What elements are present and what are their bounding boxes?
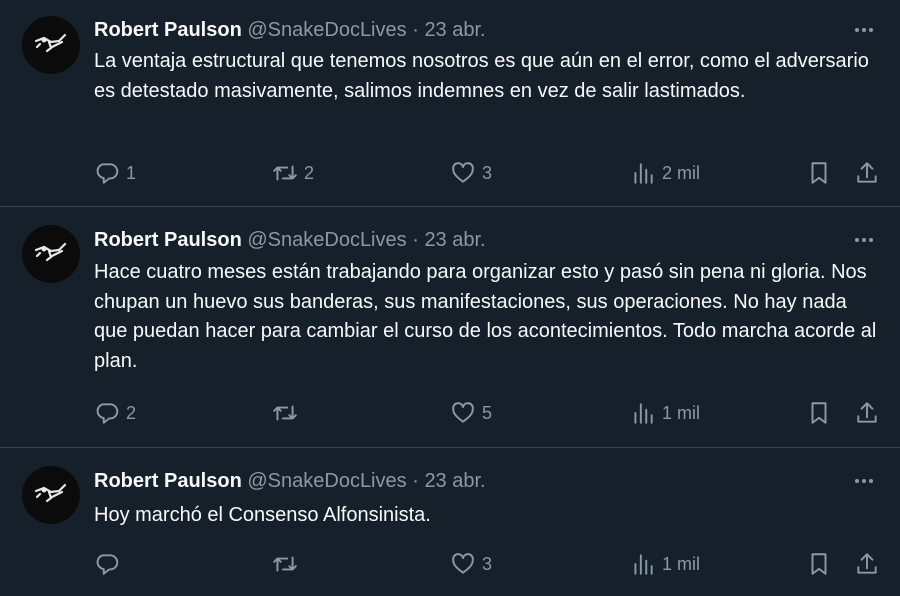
tweet-date[interactable]: 23 abr. xyxy=(424,19,485,41)
tweet-text: Hace cuatro meses están trabajando para … xyxy=(94,261,877,372)
more-options-button[interactable] xyxy=(850,16,878,44)
more-options-button[interactable] xyxy=(850,226,878,254)
action-bar: 1 2 3 2 mil xyxy=(94,157,884,189)
share-icon xyxy=(857,162,877,183)
tweet-text: La ventaja estructural que tenemos nosot… xyxy=(94,50,869,102)
like-count: 3 xyxy=(482,162,493,183)
like-icon xyxy=(452,402,474,423)
author-name[interactable]: Robert Paulson xyxy=(94,470,242,492)
like-count: 5 xyxy=(482,402,493,423)
views-icon xyxy=(634,554,653,575)
reply-count: 2 xyxy=(126,402,137,423)
bookmark-icon xyxy=(811,402,827,424)
views-button[interactable]: 1 mil xyxy=(630,397,700,429)
tweet[interactable]: Robert Paulson @SnakeDocLives · 23 abr. … xyxy=(0,207,900,448)
bookmark-button[interactable] xyxy=(806,157,832,189)
more-options-button[interactable] xyxy=(850,467,878,495)
like-count: 3 xyxy=(482,553,493,574)
view-count: 1 mil xyxy=(662,553,701,574)
view-count: 1 mil xyxy=(662,402,701,423)
reply-count: 1 xyxy=(126,162,137,183)
separator-dot: · xyxy=(412,19,419,41)
author-handle[interactable]: @SnakeDocLives xyxy=(247,470,406,492)
retweet-icon xyxy=(273,556,297,572)
tweet-header: Robert Paulson @SnakeDocLives · 23 abr. xyxy=(94,467,486,495)
retweet-icon xyxy=(273,405,297,421)
like-icon xyxy=(452,162,474,183)
like-button[interactable]: 3 xyxy=(450,157,492,189)
author-name[interactable]: Robert Paulson xyxy=(94,19,242,41)
retweet-count: 2 xyxy=(304,162,315,183)
reply-icon xyxy=(96,554,119,575)
retweet-button[interactable] xyxy=(272,397,304,429)
view-count: 2 mil xyxy=(662,162,701,183)
action-bar: 3 1 mil xyxy=(94,548,884,580)
tweet-text: Hoy marchó el Consenso Alfonsinista. xyxy=(94,504,431,526)
share-icon xyxy=(857,402,877,423)
like-button[interactable]: 5 xyxy=(450,397,492,429)
avatar[interactable] xyxy=(22,225,80,283)
share-button[interactable] xyxy=(854,548,880,580)
action-bar: 2 5 1 mil xyxy=(94,397,884,429)
share-icon xyxy=(857,553,877,574)
author-handle[interactable]: @SnakeDocLives xyxy=(247,19,406,41)
views-icon xyxy=(634,403,653,424)
bookmark-icon xyxy=(811,162,827,184)
share-button[interactable] xyxy=(854,157,880,189)
bookmark-button[interactable] xyxy=(806,548,832,580)
tweet[interactable]: Robert Paulson @SnakeDocLives · 23 abr. … xyxy=(0,448,900,596)
tweet[interactable]: Robert Paulson @SnakeDocLives · 23 abr. … xyxy=(0,0,900,207)
more-icon xyxy=(855,238,873,242)
views-icon xyxy=(634,163,653,184)
bookmark-icon xyxy=(811,553,827,575)
like-icon xyxy=(452,553,474,574)
reply-button[interactable]: 2 xyxy=(94,397,136,429)
separator-dot: · xyxy=(412,470,419,492)
retweet-button[interactable]: 2 xyxy=(272,157,314,189)
separator-dot: · xyxy=(412,229,419,251)
bookmark-button[interactable] xyxy=(806,397,832,429)
tweet-header: Robert Paulson @SnakeDocLives · 23 abr. xyxy=(94,16,486,44)
avatar[interactable] xyxy=(22,466,80,524)
like-button[interactable]: 3 xyxy=(450,548,492,580)
reply-button[interactable]: 1 xyxy=(94,157,136,189)
retweet-button[interactable] xyxy=(272,548,304,580)
reply-icon xyxy=(96,403,119,424)
more-icon xyxy=(855,28,873,32)
tweet-header: Robert Paulson @SnakeDocLives · 23 abr. xyxy=(94,226,486,254)
author-name[interactable]: Robert Paulson xyxy=(94,229,242,251)
more-icon xyxy=(855,479,873,483)
share-button[interactable] xyxy=(854,397,880,429)
views-button[interactable]: 2 mil xyxy=(630,157,700,189)
author-handle[interactable]: @SnakeDocLives xyxy=(247,229,406,251)
views-button[interactable]: 1 mil xyxy=(630,548,700,580)
tweet-date[interactable]: 23 abr. xyxy=(424,470,485,492)
tweet-date[interactable]: 23 abr. xyxy=(424,229,485,251)
retweet-icon xyxy=(273,165,297,181)
avatar[interactable] xyxy=(22,16,80,74)
reply-icon xyxy=(96,163,119,184)
reply-button[interactable] xyxy=(94,548,126,580)
